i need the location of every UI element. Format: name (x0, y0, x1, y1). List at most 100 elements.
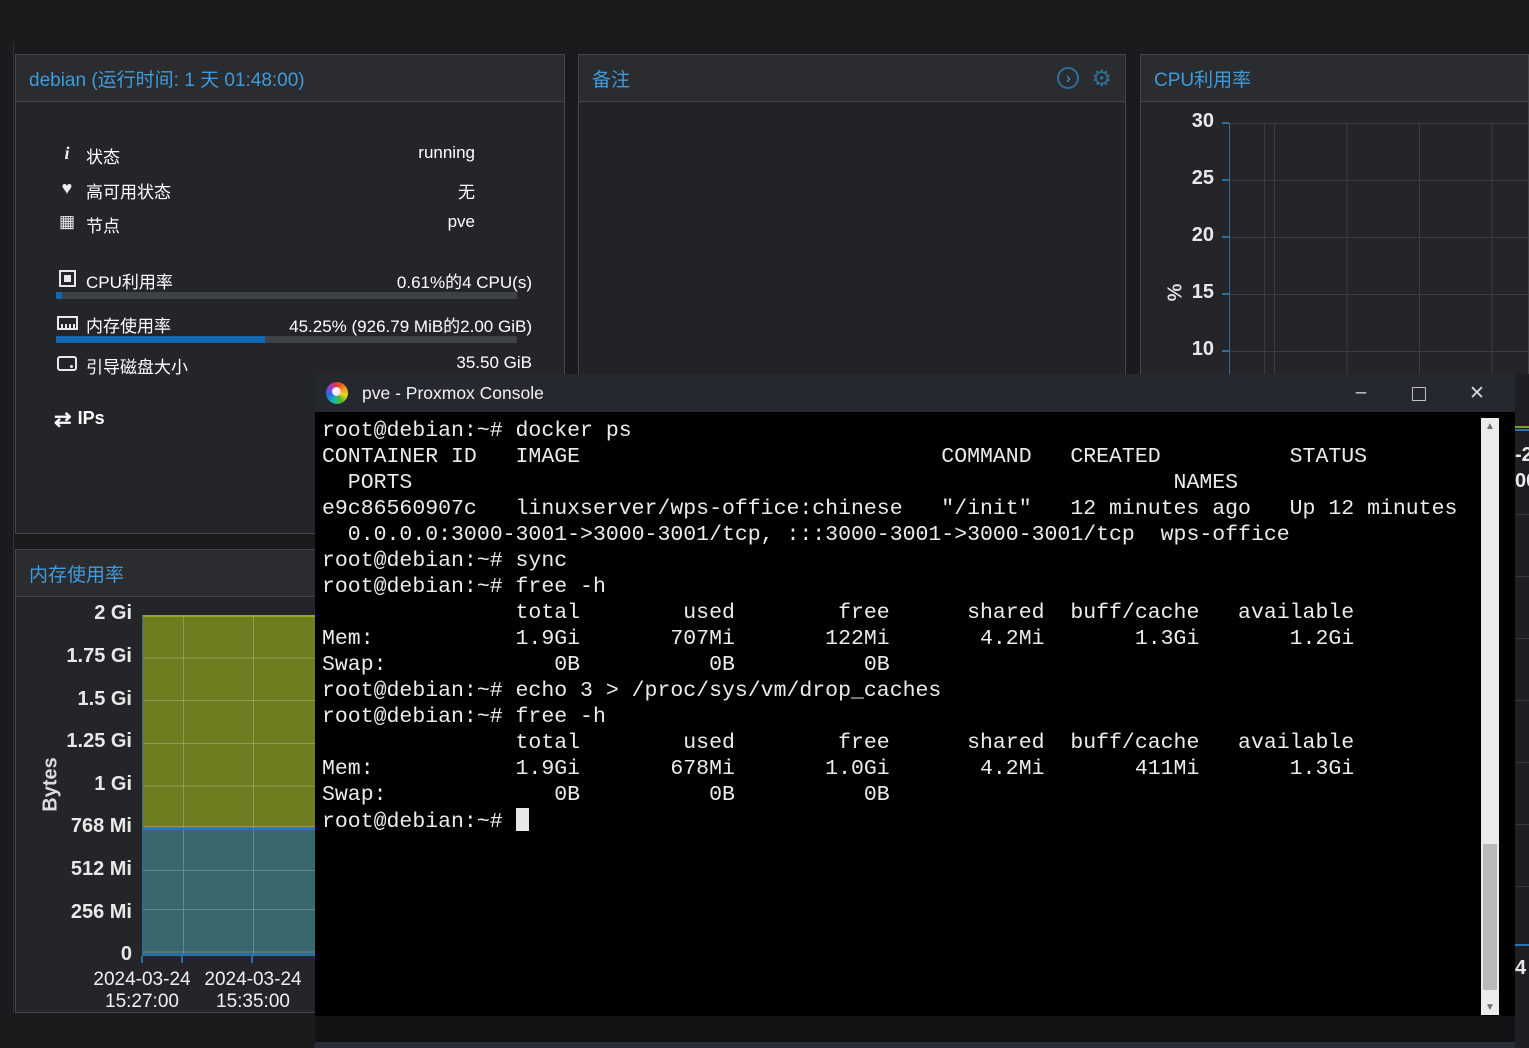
close-button[interactable]: ✕ (1457, 374, 1497, 412)
heart-icon: ♥ (56, 178, 78, 199)
cpu-usage-label: CPU利用率 (86, 268, 173, 293)
ips-row: ⇄ IPs (54, 407, 105, 432)
ips-icon: ⇄ (54, 408, 72, 431)
node-row: ▦ 节点 pve (16, 211, 566, 235)
info-icon: i (56, 143, 78, 164)
cpu-axis-tick (1222, 236, 1229, 238)
status-label: 状态 (86, 143, 120, 168)
mem-ytick: 768 Mi (71, 815, 132, 838)
fragment-gridline (1515, 638, 1529, 639)
console-bottom-border (315, 1042, 1515, 1048)
fragment-gridline (1515, 824, 1529, 825)
console-window: pve - Proxmox Console – □ ✕ root@debian:… (315, 374, 1515, 1048)
vm-status-panel-header: debian (运行时间: 1 天 01:48:00) (16, 55, 564, 102)
fragment-text: 00 (1515, 470, 1529, 493)
terminal-line: Mem: 1.9Gi 707Mi 122Mi 4.2Mi 1.3Gi 1.2Gi (322, 626, 1457, 652)
disk-icon (56, 353, 78, 376)
terminal-line: root@debian:~# echo 3 > /proc/sys/vm/dro… (322, 678, 1457, 704)
terminal-line: Swap: 0B 0B 0B (322, 782, 1457, 808)
cpu-axis-tick (1222, 122, 1229, 124)
bootdisk-value: 35.50 GiB (456, 353, 532, 373)
fragment-blue-line (1515, 944, 1529, 946)
mem-xlabel-date: 2024-03-24 (188, 969, 318, 991)
fragment-gridline (1515, 576, 1529, 577)
console-app-icon (326, 382, 348, 404)
memory-usage-row: 内存使用率 45.25% (926.79 MiB的2.00 GiB) (16, 311, 566, 335)
terminal-line: total used free shared buff/cache availa… (322, 730, 1457, 756)
cpu-chart-panel-header: CPU利用率 (1141, 55, 1528, 102)
fragment-green-line (1515, 426, 1529, 428)
terminal-prompt: root@debian:~# (322, 810, 516, 834)
cpu-usage-bar-fill (56, 292, 62, 299)
cpu-axis-unit: % (1164, 284, 1187, 302)
minimize-button[interactable]: – (1341, 374, 1381, 412)
cpu-usage-bar (56, 292, 517, 299)
cpu-ytick: 30 (1192, 110, 1214, 133)
fragment-gridline (1515, 514, 1529, 515)
mem-ytick: 0 (121, 943, 132, 966)
terminal-line: root@debian:~# free -h (322, 704, 1457, 730)
scrollbar-thumb[interactable] (1483, 844, 1497, 990)
mem-xlabel-time: 15:35:00 (188, 991, 318, 1013)
ha-value: 无 (458, 178, 475, 203)
mem-ytick: 256 Mi (71, 901, 132, 924)
mem-ytick: 2 Gi (94, 602, 132, 625)
vm-title: debian (运行时间: 1 天 01:48:00) (29, 65, 305, 92)
mem-xlabel: 2024-03-24 15:35:00 (188, 969, 318, 1013)
edit-notes-button[interactable]: ⚙ (1091, 67, 1112, 89)
terminal-prompt-line: root@debian:~# (322, 808, 1457, 835)
node-icon: ▦ (56, 212, 78, 232)
maximize-button[interactable]: □ (1399, 374, 1439, 412)
memory-usage-label: 内存使用率 (86, 312, 171, 337)
bootdisk-row: 引导磁盘大小 35.50 GiB (16, 352, 566, 376)
terminal-cursor (516, 808, 529, 831)
cpu-chart-title: CPU利用率 (1154, 65, 1251, 92)
fragment-gridline (1515, 700, 1529, 701)
terminal-line: root@debian:~# docker ps (322, 418, 1457, 444)
fragment-text: -2 (1515, 444, 1529, 467)
cpu-usage-value: 0.61%的4 CPU(s) (397, 268, 532, 293)
console-scrollbar[interactable]: ▲ ▼ (1481, 418, 1499, 1015)
background-chart-fragment: -2 00 4 (1515, 374, 1529, 1048)
terminal-line: CONTAINER ID IMAGE COMMAND CREATED STATU… (322, 444, 1457, 470)
ha-label: 高可用状态 (86, 178, 171, 203)
cpu-usage-row: CPU利用率 0.61%的4 CPU(s) (16, 267, 566, 291)
scroll-up-icon[interactable]: ▲ (1481, 418, 1499, 434)
mem-ytick: 1.5 Gi (78, 688, 132, 711)
terminal-text: root@debian:~# docker ps CONTAINER ID IM… (322, 418, 1457, 835)
memory-usage-value: 45.25% (926.79 MiB的2.00 GiB) (289, 312, 532, 337)
console-bottom-padding (315, 1016, 1515, 1042)
fragment-blue-line (1515, 429, 1529, 431)
bootdisk-label: 引导磁盘大小 (86, 353, 188, 378)
scroll-down-icon[interactable]: ▼ (1481, 999, 1499, 1015)
expand-notes-button[interactable]: › (1057, 67, 1079, 89)
console-output[interactable]: root@debian:~# docker ps CONTAINER ID IM… (315, 412, 1515, 1016)
mem-axis-unit: Bytes (40, 757, 63, 811)
console-titlebar[interactable]: pve - Proxmox Console – □ ✕ (315, 374, 1515, 412)
cpu-icon (56, 268, 78, 292)
terminal-line: Mem: 1.9Gi 678Mi 1.0Gi 4.2Mi 411Mi 1.3Gi (322, 756, 1457, 782)
notes-panel-header: 备注 › ⚙ (579, 55, 1125, 102)
fragment-text: 4 (1515, 957, 1526, 980)
cpu-ytick: 25 (1192, 167, 1214, 190)
mem-ytick: 512 Mi (71, 858, 132, 881)
terminal-line: root@debian:~# free -h (322, 574, 1457, 600)
ips-label: IPs (78, 408, 105, 428)
console-window-title: pve - Proxmox Console (362, 383, 544, 404)
notes-title: 备注 (592, 65, 630, 92)
cpu-ytick: 15 (1192, 281, 1214, 304)
mem-ytick: 1 Gi (94, 773, 132, 796)
mem-axis-tick (251, 956, 253, 963)
gear-icon: ⚙ (1091, 65, 1112, 91)
cpu-ytick: 10 (1192, 338, 1214, 361)
mem-ytick: 1.25 Gi (66, 730, 132, 753)
mem-axis-tick (141, 956, 143, 963)
node-value: pve (448, 212, 475, 232)
mem-ytick: 1.75 Gi (66, 645, 132, 668)
terminal-line: e9c86560907c linuxserver/wps-office:chin… (322, 496, 1457, 522)
terminal-line: 0.0.0.0:3000-3001->3000-3001/tcp, :::300… (322, 522, 1457, 548)
status-value: running (418, 143, 475, 163)
cpu-axis-tick (1222, 179, 1229, 181)
layout-divider (13, 42, 14, 1013)
node-label: 节点 (86, 212, 120, 237)
